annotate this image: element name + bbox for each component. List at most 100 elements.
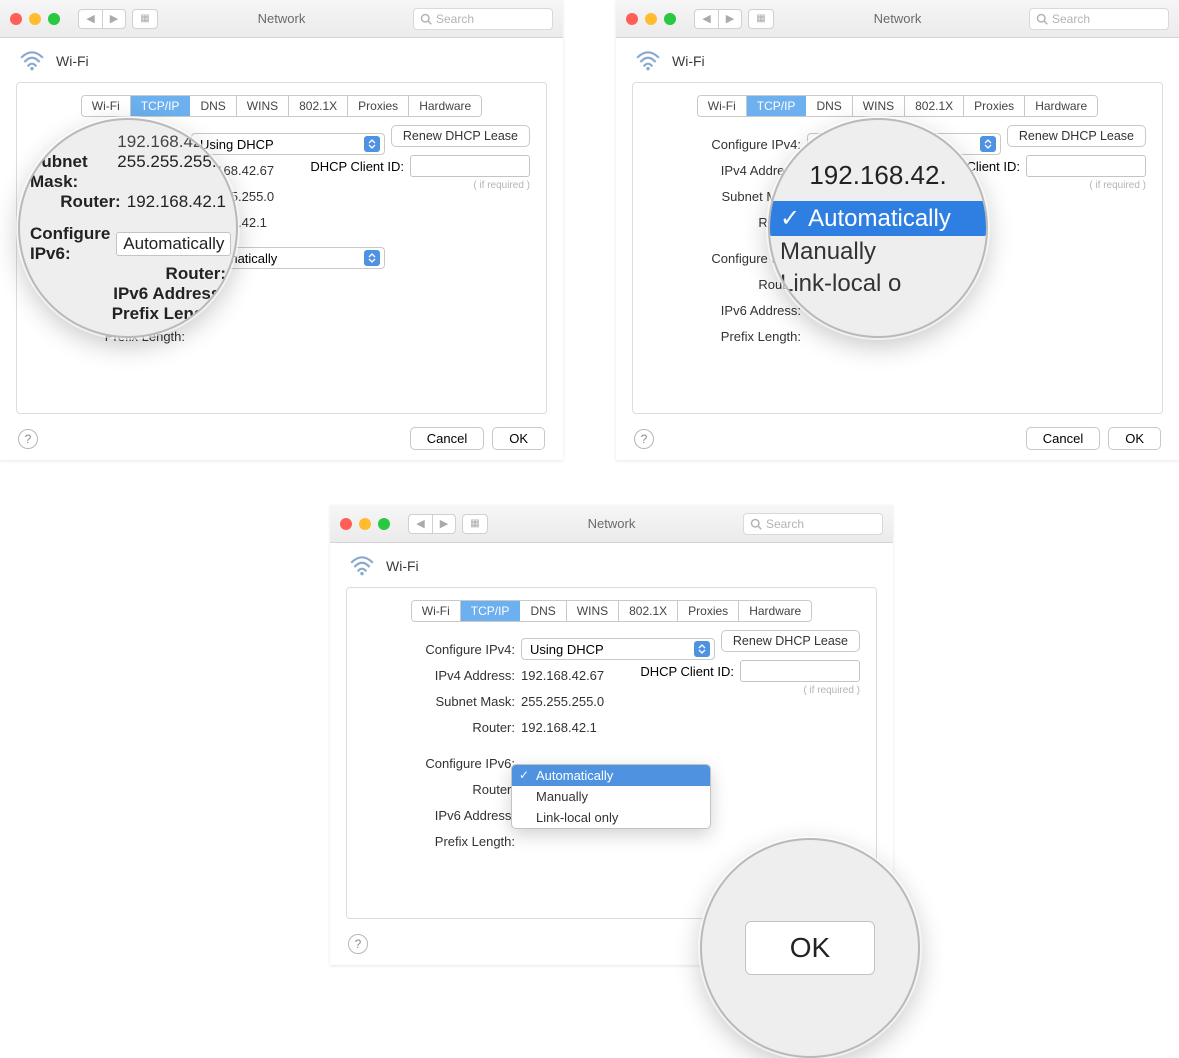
back-button[interactable]: ◀ bbox=[408, 514, 432, 534]
grid-button[interactable]: ▦ bbox=[462, 514, 488, 534]
tab-dns[interactable]: DNS bbox=[190, 96, 236, 116]
help-button[interactable]: ? bbox=[18, 429, 38, 449]
minimize-icon[interactable] bbox=[29, 13, 41, 25]
tab-wins[interactable]: WINS bbox=[567, 601, 619, 621]
ipv6-address-label: IPv6 Address: bbox=[361, 808, 521, 823]
close-icon[interactable] bbox=[10, 13, 22, 25]
mag2-opt-manually[interactable]: Manually bbox=[770, 236, 986, 268]
mag1-subnet-label: Subnet Mask: bbox=[30, 152, 111, 192]
router-label: Router: bbox=[361, 720, 521, 735]
configure-ipv6-label: Configure IPv6: bbox=[361, 756, 521, 771]
mag1-ipv6-router-label: Router: bbox=[166, 264, 226, 283]
back-button[interactable]: ◀ bbox=[78, 9, 102, 29]
page-title: Wi-Fi bbox=[672, 53, 705, 69]
mag3-ok-button[interactable]: OK bbox=[745, 921, 875, 975]
tab-bar: Wi-Fi TCP/IP DNS WINS 802.1X Proxies Har… bbox=[81, 95, 482, 117]
tab-8021x[interactable]: 802.1X bbox=[289, 96, 348, 116]
forward-button[interactable]: ▶ bbox=[102, 9, 126, 29]
tab-wins[interactable]: WINS bbox=[237, 96, 289, 116]
chevron-updown-icon bbox=[364, 250, 380, 266]
dropdown-opt-linklocal[interactable]: Link-local only bbox=[512, 807, 710, 828]
back-button[interactable]: ◀ bbox=[694, 9, 718, 29]
magnifier-3: OK bbox=[700, 838, 920, 1058]
tab-hardware[interactable]: Hardware bbox=[1025, 96, 1097, 116]
mag2-opt-automatically[interactable]: ✓Automatically bbox=[770, 201, 986, 236]
tab-proxies[interactable]: Proxies bbox=[348, 96, 409, 116]
ok-button[interactable]: OK bbox=[492, 427, 545, 450]
tab-dns[interactable]: DNS bbox=[520, 601, 566, 621]
search-field[interactable]: Search bbox=[413, 8, 553, 30]
forward-button[interactable]: ▶ bbox=[432, 514, 456, 534]
ipv6-dropdown-menu: ✓Automatically Manually Link-local only bbox=[511, 764, 711, 829]
forward-button[interactable]: ▶ bbox=[718, 9, 742, 29]
mag1-router-value: 192.168.42.1 bbox=[127, 192, 226, 212]
dropdown-opt-manually[interactable]: Manually bbox=[512, 786, 710, 807]
ok-button[interactable]: OK bbox=[1108, 427, 1161, 450]
dhcp-client-id-input[interactable] bbox=[740, 660, 860, 682]
ipv6-address-label: IPv6 Address: bbox=[647, 303, 807, 318]
grid-button[interactable]: ▦ bbox=[132, 9, 158, 29]
mag2-ip: 192.168.42. bbox=[770, 156, 986, 201]
mag1-subnet-value: 255.255.255.0 bbox=[117, 152, 226, 192]
if-required-hint: ( if required ) bbox=[310, 180, 530, 191]
screenshot-1: ◀ ▶ ▦ Network Search Wi-Fi Wi-Fi TCP/IP … bbox=[0, 0, 563, 460]
page-header: Wi-Fi bbox=[16, 48, 547, 82]
tab-hardware[interactable]: Hardware bbox=[409, 96, 481, 116]
ipv4-address-value: 192.168.42.67 bbox=[521, 668, 604, 683]
tab-tcpip[interactable]: TCP/IP bbox=[461, 601, 521, 621]
search-placeholder: Search bbox=[436, 12, 474, 26]
search-field[interactable]: Search bbox=[743, 513, 883, 535]
renew-dhcp-button[interactable]: Renew DHCP Lease bbox=[391, 125, 530, 147]
if-required-hint: ( if required ) bbox=[640, 685, 860, 696]
prefix-length-label: Prefix Length: bbox=[647, 329, 807, 344]
tab-proxies[interactable]: Proxies bbox=[964, 96, 1025, 116]
search-icon bbox=[750, 518, 762, 530]
tab-proxies[interactable]: Proxies bbox=[678, 601, 739, 621]
ipv4-address-label: IPv4 Address: bbox=[361, 668, 521, 683]
renew-dhcp-button[interactable]: Renew DHCP Lease bbox=[1007, 125, 1146, 147]
tab-hardware[interactable]: Hardware bbox=[739, 601, 811, 621]
minimize-icon[interactable] bbox=[359, 518, 371, 530]
tab-wifi[interactable]: Wi-Fi bbox=[82, 96, 131, 116]
tab-wins[interactable]: WINS bbox=[853, 96, 905, 116]
dhcp-client-id-input[interactable] bbox=[410, 155, 530, 177]
search-field[interactable]: Search bbox=[1029, 8, 1169, 30]
help-button[interactable]: ? bbox=[634, 429, 654, 449]
close-icon[interactable] bbox=[626, 13, 638, 25]
dhcp-client-id-label: DHCP Client ID: bbox=[640, 664, 734, 679]
configure-ipv4-value: Using DHCP bbox=[200, 137, 274, 152]
titlebar: ◀ ▶ ▦ Network Search bbox=[0, 0, 563, 38]
subnet-mask-value: 255.255.255.0 bbox=[521, 694, 604, 709]
help-button[interactable]: ? bbox=[348, 934, 368, 954]
tab-tcpip[interactable]: TCP/IP bbox=[747, 96, 807, 116]
check-icon: ✓ bbox=[780, 204, 800, 233]
renew-dhcp-button[interactable]: Renew DHCP Lease bbox=[721, 630, 860, 652]
zoom-icon[interactable] bbox=[48, 13, 60, 25]
tab-wifi[interactable]: Wi-Fi bbox=[698, 96, 747, 116]
tab-tcpip[interactable]: TCP/IP bbox=[131, 96, 191, 116]
dhcp-client-id-input[interactable] bbox=[1026, 155, 1146, 177]
ipv6-router-label: Router: bbox=[361, 782, 521, 797]
mag1-ipv6-select[interactable]: Automatically bbox=[116, 232, 231, 256]
close-icon[interactable] bbox=[340, 518, 352, 530]
grid-button[interactable]: ▦ bbox=[748, 9, 774, 29]
tab-wifi[interactable]: Wi-Fi bbox=[412, 601, 461, 621]
tab-dns[interactable]: DNS bbox=[806, 96, 852, 116]
tab-8021x[interactable]: 802.1X bbox=[619, 601, 678, 621]
wifi-icon bbox=[348, 555, 376, 577]
mag2-opt-linklocal[interactable]: Link-local o bbox=[770, 268, 986, 300]
search-icon bbox=[1036, 13, 1048, 25]
wifi-icon bbox=[634, 50, 662, 72]
minimize-icon[interactable] bbox=[645, 13, 657, 25]
router-value: 192.168.42.1 bbox=[521, 720, 597, 735]
tab-8021x[interactable]: 802.1X bbox=[905, 96, 964, 116]
page-title: Wi-Fi bbox=[56, 53, 89, 69]
zoom-icon[interactable] bbox=[664, 13, 676, 25]
mag1-ipv6-addr-label: IPv6 Address: bbox=[113, 284, 226, 303]
zoom-icon[interactable] bbox=[378, 518, 390, 530]
magnifier-1: 192.168.42.67 Subnet Mask:255.255.255.0 … bbox=[18, 118, 238, 338]
cancel-button[interactable]: Cancel bbox=[1026, 427, 1100, 450]
nav-group: ◀ ▶ bbox=[78, 9, 126, 29]
dropdown-opt-automatically[interactable]: ✓Automatically bbox=[512, 765, 710, 786]
cancel-button[interactable]: Cancel bbox=[410, 427, 484, 450]
